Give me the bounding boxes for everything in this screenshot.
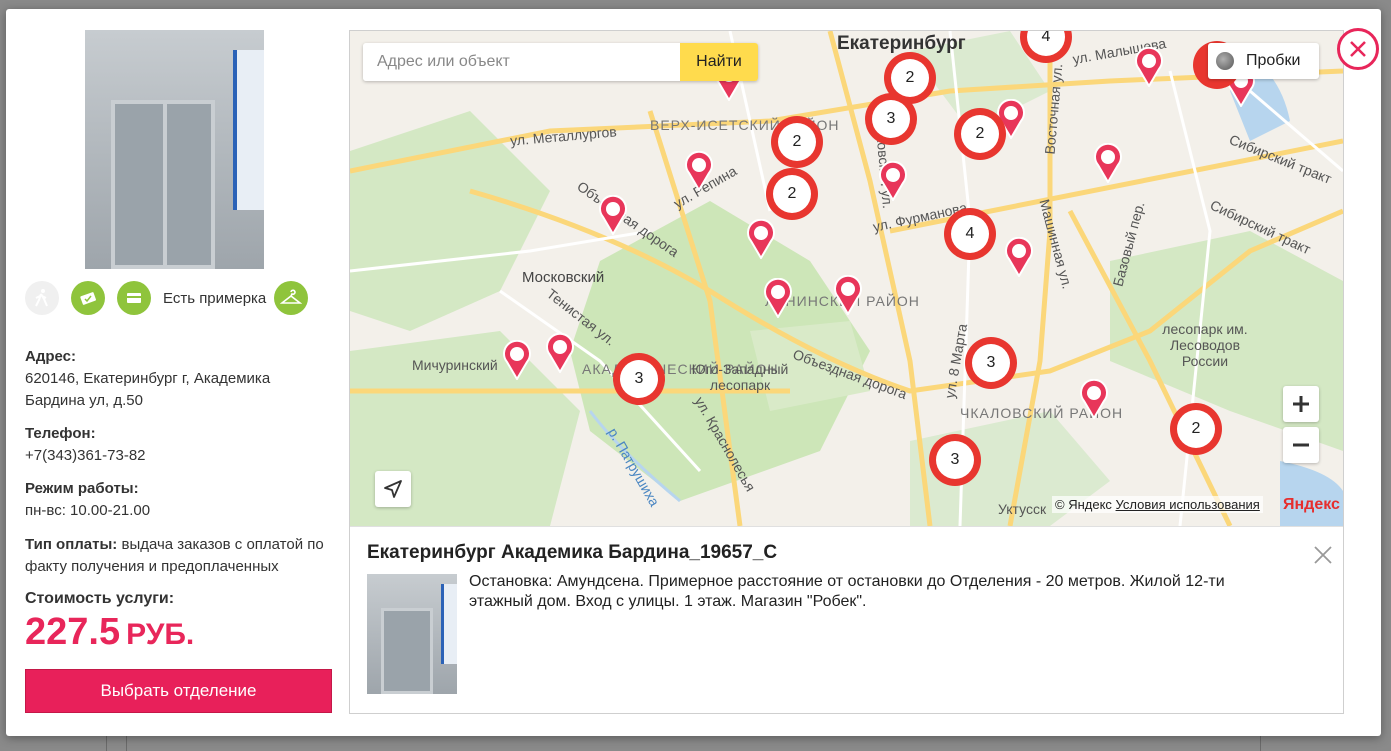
balloon-close-icon[interactable] xyxy=(1312,544,1334,566)
walk-icon xyxy=(25,281,59,315)
branch-thumbnail xyxy=(367,574,457,694)
hours-block: Режим работы: пн-вс: 10.00-21.00 xyxy=(25,478,325,522)
features-row: Есть примерка xyxy=(25,279,320,317)
select-branch-button[interactable]: Выбрать отделение xyxy=(25,669,332,713)
map-cluster[interactable]: 3 xyxy=(865,93,917,145)
map-pin[interactable] xyxy=(598,195,628,235)
zoom-in-button[interactable] xyxy=(1283,386,1319,422)
traffic-button[interactable]: Пробки xyxy=(1208,43,1319,79)
park-label: лесопарк им. Лесоводов России xyxy=(1162,321,1248,369)
map-cluster[interactable]: 2 xyxy=(766,168,818,220)
map-pin[interactable] xyxy=(1004,237,1034,277)
map-pin[interactable] xyxy=(1134,47,1164,87)
map-cluster[interactable]: 2 xyxy=(954,108,1006,160)
phone-block: Телефон: +7(343)361-73-82 xyxy=(25,423,325,467)
map-pin[interactable] xyxy=(545,333,575,373)
close-icon xyxy=(1350,41,1366,57)
branch-balloon: Екатеринбург Академика Бардина_19657_С О… xyxy=(350,526,1343,713)
payment-block: Тип оплаты: выдача заказов с оплатой по … xyxy=(25,534,325,578)
map-pin[interactable] xyxy=(746,219,776,259)
price-value: 227.5 xyxy=(25,611,121,653)
hours-value: пн-вс: 10.00-21.00 xyxy=(25,502,151,519)
pickup-point-photo xyxy=(85,30,264,269)
address-value: 620146, Екатеринбург г, Академика Бардин… xyxy=(25,370,271,409)
hanger-icon xyxy=(274,281,309,315)
address-block: Адрес: 620146, Екатеринбург г, Академика… xyxy=(25,346,325,412)
card-check-icon xyxy=(71,281,105,315)
map-cluster[interactable]: 3 xyxy=(929,434,981,486)
terms-link[interactable]: Условия использования xyxy=(1116,497,1260,512)
city-label: Екатеринбург xyxy=(837,33,966,54)
hours-label: Режим работы: xyxy=(25,480,139,497)
place-label: Московский xyxy=(522,269,605,286)
map-cluster[interactable]: 2 xyxy=(1170,403,1222,455)
fitting-label: Есть примерка xyxy=(163,289,267,307)
park-label: Юго-Западный лесопарк xyxy=(691,361,789,393)
minus-icon xyxy=(1293,443,1309,447)
address-search-input[interactable] xyxy=(363,43,680,81)
map-pin[interactable] xyxy=(833,275,863,315)
branch-title: Екатеринбург Академика Бардина_19657_С xyxy=(367,542,778,563)
branch-description: Остановка: Амундсена. Примерное расстоян… xyxy=(469,573,1225,610)
find-button[interactable]: Найти xyxy=(680,43,758,81)
map-pin[interactable] xyxy=(763,278,793,318)
map-search: Найти xyxy=(363,43,758,81)
cost-label: Стоимость услуги: xyxy=(25,590,175,607)
price-currency: РУБ. xyxy=(126,618,195,651)
yandex-logo[interactable]: Яндекс xyxy=(1283,496,1340,514)
phone-label: Телефон: xyxy=(25,425,96,442)
plus-icon xyxy=(1293,396,1309,412)
modal-close-button[interactable] xyxy=(1337,28,1379,70)
map-pin[interactable] xyxy=(502,340,532,380)
payment-label: Тип оплаты: xyxy=(25,536,118,553)
map-cluster[interactable]: 3 xyxy=(965,337,1017,389)
price: 227.5 РУБ. xyxy=(25,611,194,654)
map-pin[interactable] xyxy=(684,151,714,191)
map[interactable]: Екатеринбург ВЕРХ-ИСЕТСКИЙ РАЙОН ЛЕНИНСК… xyxy=(350,31,1343,526)
map-cluster[interactable]: 3 xyxy=(613,353,665,405)
traffic-icon xyxy=(1216,52,1234,70)
map-pin[interactable] xyxy=(878,161,908,201)
phone-value: +7(343)361-73-82 xyxy=(25,447,146,464)
map-cluster[interactable]: 2 xyxy=(771,116,823,168)
place-label: Мичуринский xyxy=(412,357,498,373)
place-label: Уктусск xyxy=(998,501,1047,517)
map-cluster[interactable]: 4 xyxy=(944,208,996,260)
map-copyright: © Яндекс Условия использования xyxy=(1052,496,1263,513)
map-pin[interactable] xyxy=(1093,143,1123,183)
map-container: Екатеринбург ВЕРХ-ИСЕТСКИЙ РАЙОН ЛЕНИНСК… xyxy=(349,30,1344,714)
pickup-point-modal: Есть примерка Адрес: 620146, Екатеринбур… xyxy=(6,9,1381,736)
geolocation-button[interactable] xyxy=(375,471,411,507)
credit-card-icon xyxy=(117,281,151,315)
map-pin[interactable] xyxy=(1079,379,1109,419)
address-label: Адрес: xyxy=(25,348,76,365)
zoom-out-button[interactable] xyxy=(1283,427,1319,463)
traffic-label: Пробки xyxy=(1246,52,1301,69)
location-arrow-icon xyxy=(384,480,402,498)
